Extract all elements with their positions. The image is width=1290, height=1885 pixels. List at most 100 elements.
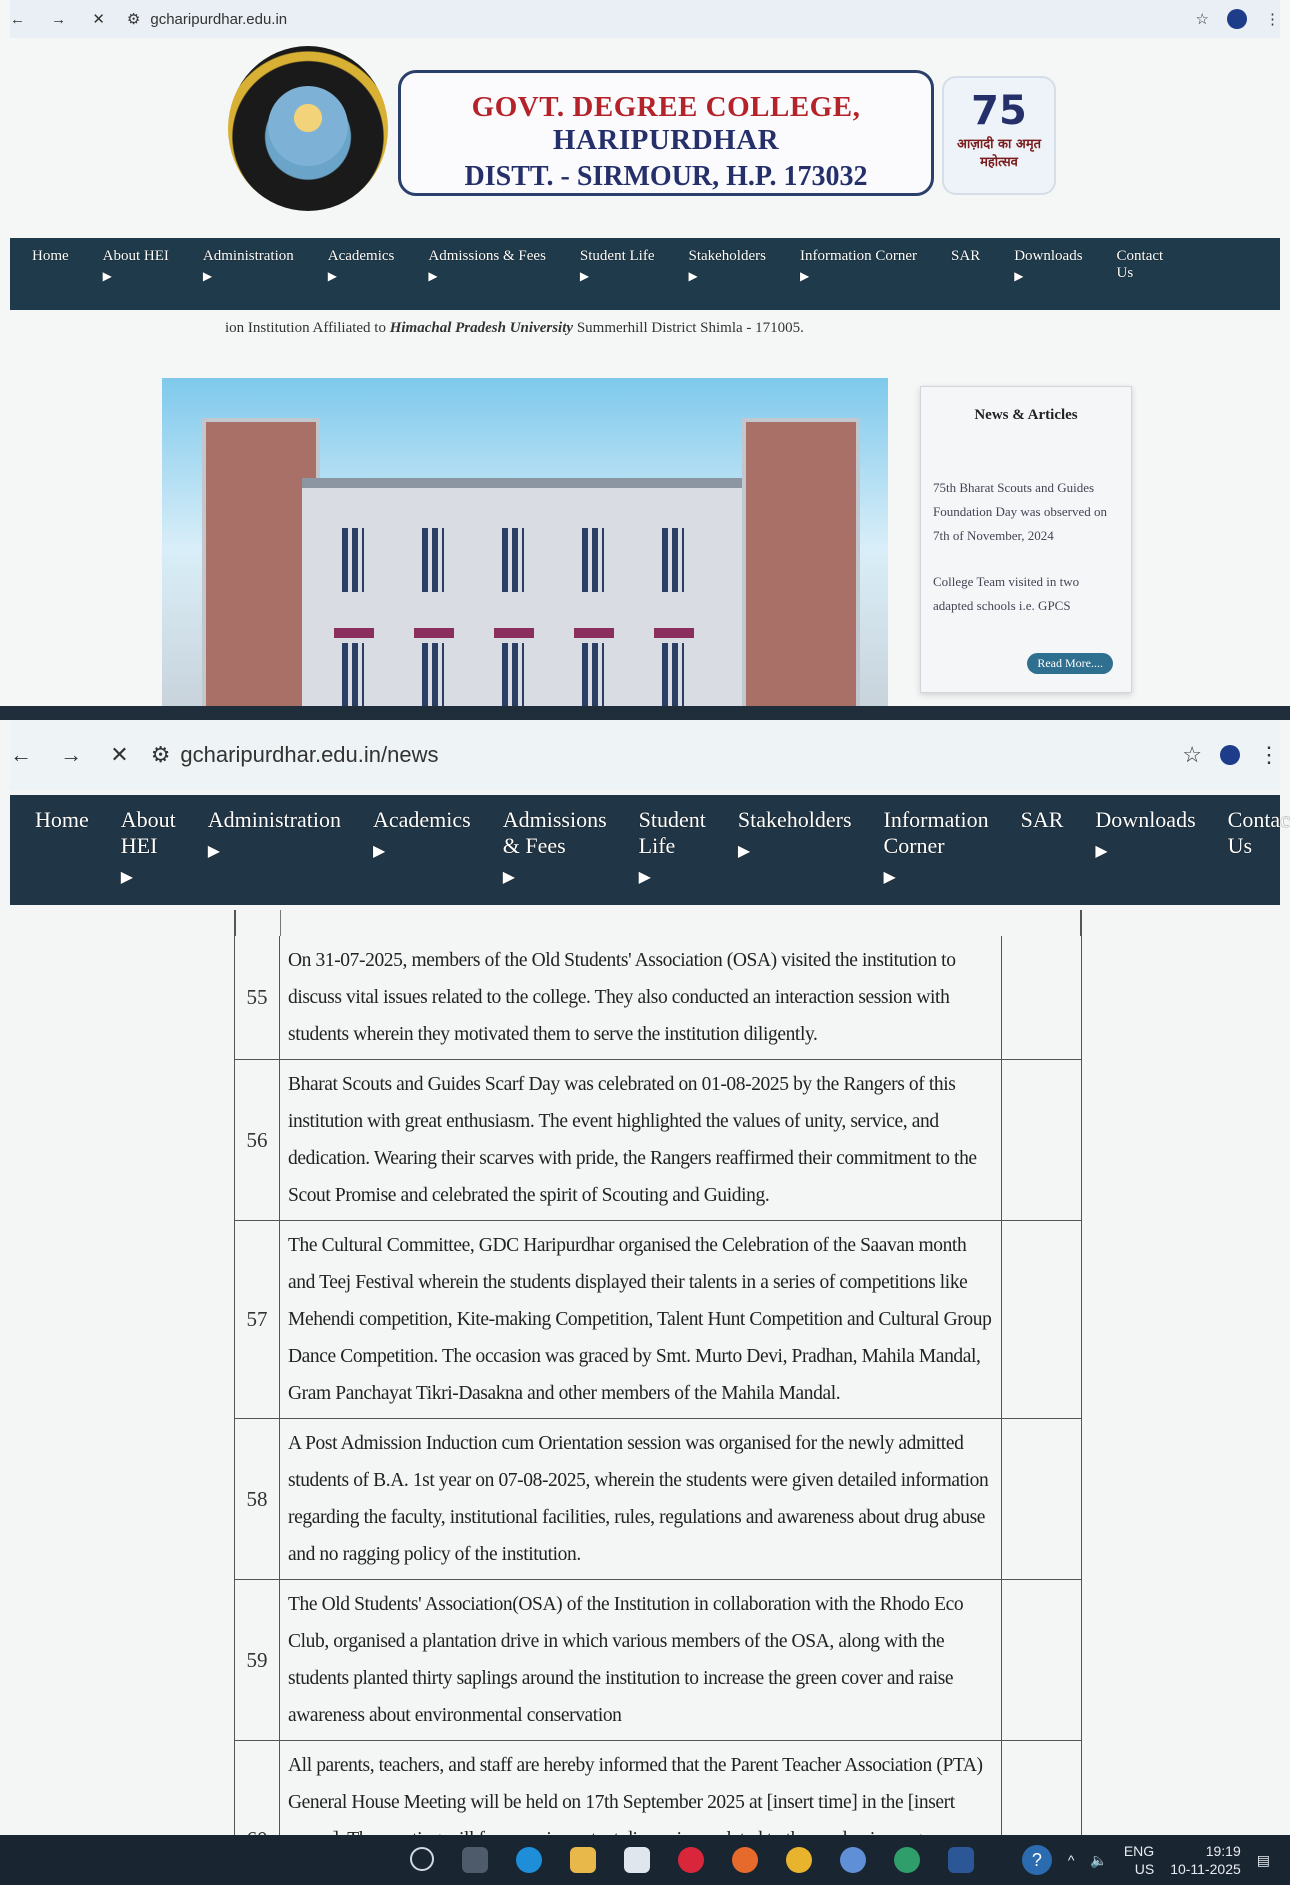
nav-administration[interactable]: Administration ▶ xyxy=(208,795,341,861)
news-card-title: News & Articles xyxy=(974,407,1078,423)
notepad-icon[interactable] xyxy=(624,1847,650,1873)
nav-academics[interactable]: Academics ▶ xyxy=(373,795,471,861)
help-icon[interactable]: ? xyxy=(1021,1845,1052,1875)
affiliation-text: ion Institution Affiliated to Himachal P… xyxy=(225,320,804,336)
nav-stakeholders[interactable]: Stakeholders ▶ xyxy=(688,238,765,284)
news-item[interactable]: 75th Bharat Scouts and Guides Foundation… xyxy=(921,476,1131,548)
site-info-icon[interactable]: ⚙ xyxy=(151,742,171,768)
nav-home[interactable]: Home xyxy=(32,238,69,265)
search-icon[interactable] xyxy=(410,1847,434,1871)
news-item[interactable]: College Team visited in two adapted scho… xyxy=(921,570,1131,618)
college-name-red: GOVT. DEGREE COLLEGE, xyxy=(471,91,861,123)
nav-contact[interactable]: Contact Us xyxy=(1117,238,1167,282)
bookmark-star-icon[interactable]: ☆ xyxy=(1182,742,1202,768)
nav-sar[interactable]: SAR xyxy=(1021,795,1064,833)
nav-about-hei[interactable]: About HEI ▶ xyxy=(121,795,176,887)
row-number: 55 xyxy=(235,936,280,1059)
caret-icon: ▶ xyxy=(737,843,751,860)
nav-information-corner[interactable]: Information Corner ▶ xyxy=(884,795,989,887)
college-name-blue: HARIPURDHAR xyxy=(552,124,780,156)
news-articles-card: News & Articles 75th Bharat Scouts and G… xyxy=(920,386,1132,693)
caret-icon: ▶ xyxy=(120,869,134,886)
task-view-icon[interactable] xyxy=(462,1847,488,1873)
back-icon[interactable]: ← xyxy=(10,11,25,28)
firefox-icon[interactable] xyxy=(732,1847,758,1873)
nav-downloads[interactable]: Downloads ▶ xyxy=(1095,795,1195,861)
menu-dots-icon[interactable]: ⋮ xyxy=(1258,742,1280,768)
caret-icon: ▶ xyxy=(799,269,810,283)
nav-administration[interactable]: Administration ▶ xyxy=(203,238,294,284)
edge-icon[interactable] xyxy=(516,1847,542,1873)
chevron-up-icon[interactable]: ^ xyxy=(1068,1852,1075,1868)
caret-icon: ▶ xyxy=(1014,269,1024,283)
nav-about-hei[interactable]: About HEI ▶ xyxy=(103,238,169,284)
caret-icon: ▶ xyxy=(1095,843,1108,860)
nav-student-life[interactable]: Student Life ▶ xyxy=(639,795,706,887)
site-info-icon[interactable]: ⚙ xyxy=(127,10,140,28)
caret-icon: ▶ xyxy=(428,269,438,283)
caret-icon: ▶ xyxy=(207,843,221,860)
nav-home[interactable]: Home xyxy=(35,795,89,833)
language-indicator[interactable]: ENG US xyxy=(1124,1842,1154,1878)
caret-icon: ▶ xyxy=(102,269,112,283)
nav-downloads[interactable]: Downloads ▶ xyxy=(1014,238,1082,284)
table-row: 59 The Old Students' Association(OSA) of… xyxy=(234,1580,1082,1741)
main-navbar: Home About HEI ▶ Administration ▶ Academic… xyxy=(10,238,1280,310)
caret-icon: ▶ xyxy=(688,269,698,283)
close-icon[interactable]: ✕ xyxy=(92,10,105,28)
nav-admissions[interactable]: Admissions & Fees ▶ xyxy=(503,795,607,887)
notification-icon[interactable]: ▤ xyxy=(1257,1852,1270,1869)
table-row-partial xyxy=(234,910,1082,936)
address-bar[interactable]: ⚙ gcharipurdhar.edu.in/news xyxy=(151,742,439,768)
nav-admissions[interactable]: Admissions & Fees ▶ xyxy=(428,238,546,284)
table-row: 55 On 31-07-2025, members of the Old Stu… xyxy=(234,936,1082,1060)
speaker-icon[interactable]: 🔈 xyxy=(1090,1852,1107,1869)
forward-icon[interactable]: → xyxy=(60,742,82,768)
row-number: 59 xyxy=(235,1580,280,1740)
profile-avatar[interactable] xyxy=(1220,745,1240,765)
row-text: Bharat Scouts and Guides Scarf Day was c… xyxy=(280,1060,1002,1220)
row-number: 56 xyxy=(235,1060,280,1220)
file-explorer-icon[interactable] xyxy=(570,1847,596,1873)
chrome-active-icon[interactable] xyxy=(894,1847,920,1873)
college-building-image xyxy=(162,378,888,720)
homepage-screenshot: ← → ✕ ⚙ gcharipurdhar.edu.in ☆ ⋮ GOVT. D… xyxy=(0,0,1290,720)
table-row: 56 Bharat Scouts and Guides Scarf Day wa… xyxy=(234,1060,1082,1221)
browser-toolbar: ← → ✕ ⚙ gcharipurdhar.edu.in ☆ ⋮ xyxy=(10,0,1280,38)
caret-icon: ▶ xyxy=(372,843,386,860)
table-row: 58 A Post Admission Induction cum Orient… xyxy=(234,1419,1082,1580)
row-text: On 31-07-2025, members of the Old Studen… xyxy=(280,936,1002,1059)
clock[interactable]: 19:19 10-11-2025 xyxy=(1170,1842,1241,1878)
profile-avatar[interactable] xyxy=(1227,9,1247,29)
menu-dots-icon[interactable]: ⋮ xyxy=(1265,10,1280,28)
word-icon[interactable] xyxy=(948,1847,974,1873)
azadi-text: आज़ादी का अमृत महोत्सव xyxy=(956,137,1042,170)
caret-icon: ▶ xyxy=(638,869,651,886)
bookmark-star-icon[interactable]: ☆ xyxy=(1196,10,1209,28)
news-table: 55 On 31-07-2025, members of the Old Stu… xyxy=(234,910,1082,1885)
college-address: DISTT. - SIRMOUR, H.P. 173032 xyxy=(464,161,868,192)
caret-icon: ▶ xyxy=(579,269,590,283)
close-icon[interactable]: ✕ xyxy=(110,742,128,768)
nav-sar[interactable]: SAR xyxy=(951,238,980,265)
nav-stakeholders[interactable]: Stakeholders ▶ xyxy=(738,795,852,861)
nav-student-life[interactable]: Student Life ▶ xyxy=(580,238,655,284)
chrome-icon[interactable] xyxy=(786,1847,812,1873)
url-text: gcharipurdhar.edu.in xyxy=(150,10,288,28)
opera-icon[interactable] xyxy=(678,1847,704,1873)
chrome-profile-icon[interactable] xyxy=(840,1847,866,1873)
back-icon[interactable]: ← xyxy=(10,742,32,768)
taskbar-strip xyxy=(0,706,1290,720)
college-logo xyxy=(228,46,388,211)
azadi-logo: 75 आज़ादी का अमृत महोत्सव xyxy=(942,76,1056,195)
college-title-box: GOVT. DEGREE COLLEGE, HARIPURDHAR DISTT.… xyxy=(398,70,934,196)
browser-toolbar: ← → ✕ ⚙ gcharipurdhar.edu.in/news ☆ ⋮ xyxy=(10,720,1280,790)
nav-information-corner[interactable]: Information Corner ▶ xyxy=(800,238,917,284)
nav-contact[interactable]: Contact Us xyxy=(1228,795,1290,859)
read-more-button[interactable]: Read More.... xyxy=(1027,653,1113,674)
forward-icon[interactable]: → xyxy=(51,11,66,28)
caret-icon: ▶ xyxy=(327,269,337,283)
nav-academics[interactable]: Academics ▶ xyxy=(328,238,395,284)
azadi-number: 75 xyxy=(971,88,1027,134)
address-bar[interactable]: ⚙ gcharipurdhar.edu.in xyxy=(127,10,288,29)
